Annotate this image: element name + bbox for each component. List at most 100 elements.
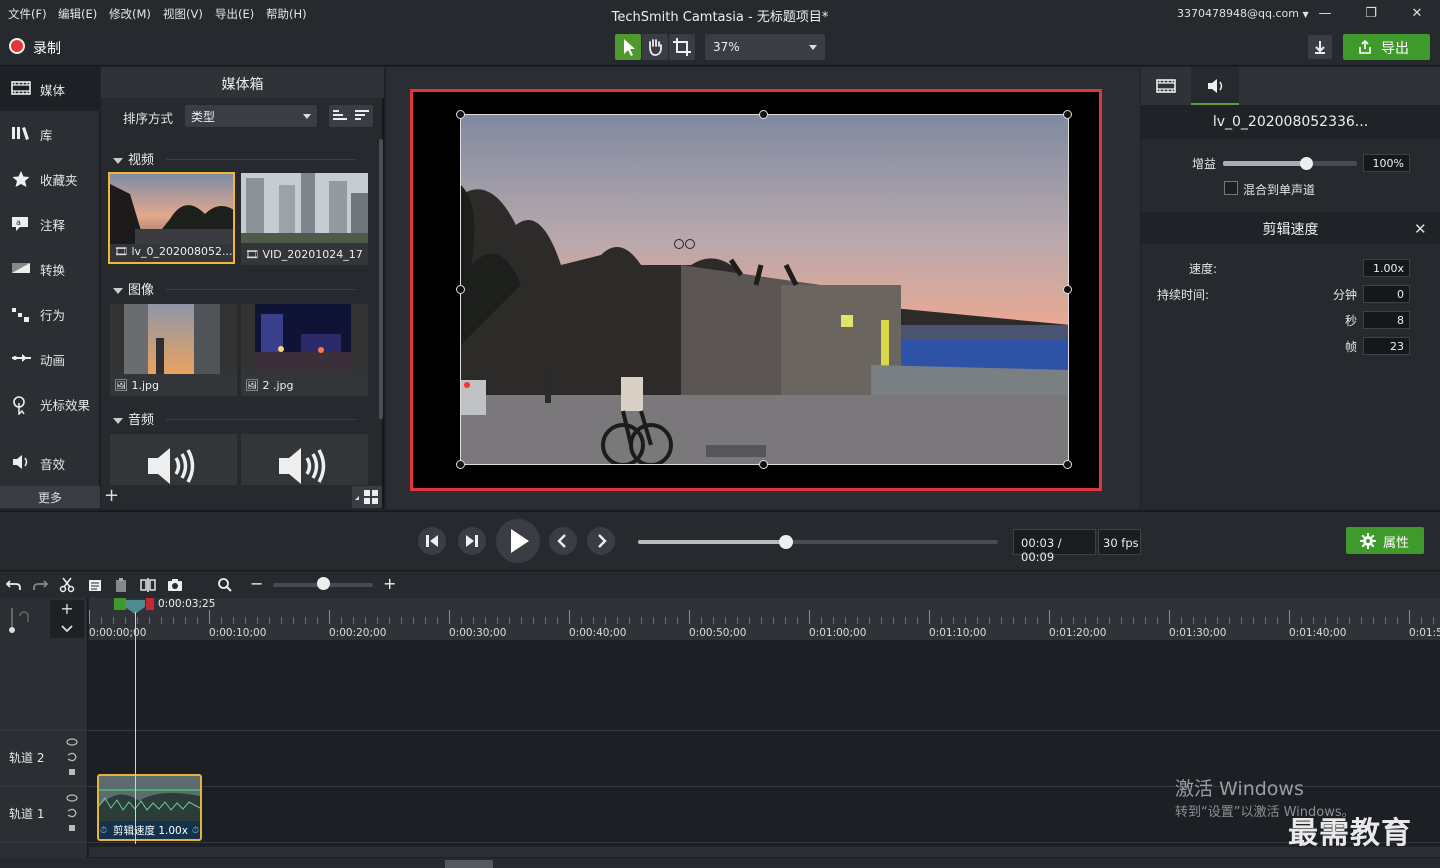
lock-icon[interactable]	[69, 769, 75, 775]
tab-visual-properties[interactable]	[1141, 67, 1189, 105]
sidebar-item-behaviors[interactable]: 行为	[0, 292, 100, 336]
seconds-input[interactable]: 8	[1363, 311, 1410, 329]
restore-button[interactable]: ❐	[1348, 0, 1394, 28]
media-thumb-image-1[interactable]: 🖼 1.jpg	[110, 304, 237, 396]
properties-button[interactable]: 属性	[1346, 527, 1424, 554]
zoom-out-button[interactable]: −	[250, 576, 266, 593]
media-thumb-audio-2[interactable]	[241, 434, 368, 485]
audio-toggle-icon[interactable]	[67, 808, 77, 818]
selection-start-marker[interactable]	[114, 598, 126, 610]
sort-dropdown[interactable]: 类型	[185, 105, 317, 127]
resize-handle-bl[interactable]	[456, 460, 465, 469]
video-preview[interactable]	[460, 114, 1069, 465]
media-thumb-video-1[interactable]: 🎞 lv_0_202008052...	[108, 172, 235, 264]
menu-export[interactable]: 导出(E)	[215, 6, 254, 22]
sidebar-item-library[interactable]: 库	[0, 112, 100, 156]
resize-handle-tr[interactable]	[1063, 110, 1072, 119]
media-thumb-image-2[interactable]: 🖼 2 .jpg	[241, 304, 368, 396]
play-button[interactable]	[496, 519, 540, 563]
resize-handle-l[interactable]	[456, 285, 465, 294]
magnet-toggle[interactable]	[8, 604, 30, 634]
zoom-in-button[interactable]: +	[383, 576, 399, 593]
sidebar-item-media[interactable]: 媒体	[0, 67, 100, 111]
zoom-dropdown[interactable]: 37%	[705, 34, 825, 60]
sidebar-item-annotations[interactable]: a 注释	[0, 202, 100, 246]
add-track-button[interactable]: +	[50, 600, 84, 620]
selection-end-marker[interactable]	[146, 598, 154, 610]
menu-view[interactable]: 视图(V)	[163, 6, 203, 22]
resize-handle-r[interactable]	[1063, 285, 1072, 294]
step-back-button[interactable]	[418, 527, 446, 555]
scrollbar-thumb[interactable]	[445, 860, 493, 868]
frames-input[interactable]: 23	[1363, 337, 1410, 355]
timeline-clip[interactable]: 剪辑速度 1.00x ⏱ ⏱	[97, 774, 202, 841]
gain-slider-knob[interactable]	[1300, 157, 1314, 170]
paste-button[interactable]	[113, 577, 129, 593]
menu-file[interactable]: 文件(F)	[8, 6, 47, 22]
step-forward-button[interactable]	[458, 527, 486, 555]
more-button[interactable]: 更多	[0, 486, 100, 508]
menu-edit[interactable]: 编辑(E)	[58, 6, 97, 22]
zoom-fit-button[interactable]	[217, 577, 233, 593]
snapshot-button[interactable]	[167, 577, 183, 593]
eye-icon[interactable]	[66, 794, 78, 802]
undo-button[interactable]	[5, 577, 22, 593]
timeline-ruler[interactable]	[89, 598, 1440, 640]
eye-icon[interactable]	[66, 738, 78, 746]
minimize-button[interactable]: —	[1302, 0, 1348, 28]
export-button[interactable]: 导出	[1343, 34, 1430, 60]
sidebar-item-animations[interactable]: 动画	[0, 337, 100, 381]
crop-tool-button[interactable]	[669, 34, 695, 60]
playback-scrubber[interactable]	[638, 535, 998, 549]
gain-slider[interactable]	[1223, 157, 1357, 170]
media-thumb-audio-1[interactable]	[110, 434, 237, 485]
split-button[interactable]	[140, 577, 156, 593]
resize-handle-t[interactable]	[759, 110, 768, 119]
copy-button[interactable]	[87, 577, 103, 593]
add-media-button[interactable]: +	[104, 486, 124, 508]
timeline-horizontal-scroll[interactable]	[89, 847, 1440, 857]
bin-scrollbar[interactable]	[379, 139, 383, 419]
redo-button[interactable]	[32, 577, 49, 593]
rotate-handle[interactable]	[673, 238, 697, 250]
track-label-1[interactable]: 轨道 1	[9, 805, 44, 822]
previous-frame-button[interactable]	[549, 527, 577, 555]
menu-help[interactable]: 帮助(H)	[266, 6, 307, 22]
lock-icon[interactable]	[69, 825, 75, 831]
track-label-2[interactable]: 轨道 2	[9, 749, 44, 766]
resize-handle-b[interactable]	[759, 460, 768, 469]
mix-to-mono-checkbox[interactable]	[1224, 181, 1238, 195]
cut-button[interactable]	[59, 577, 75, 593]
sort-descending-button[interactable]	[351, 105, 373, 127]
collapse-tracks-button[interactable]	[50, 620, 84, 638]
sidebar-item-favorites[interactable]: 收藏夹	[0, 157, 100, 201]
sidebar-label: 库	[40, 128, 53, 143]
select-tool-button[interactable]	[615, 34, 641, 60]
download-button[interactable]	[1308, 35, 1332, 59]
close-button[interactable]: ✕	[1394, 0, 1440, 28]
next-frame-button[interactable]	[587, 527, 615, 555]
speed-input[interactable]: 1.00x	[1363, 259, 1410, 277]
pan-tool-button[interactable]	[642, 34, 668, 60]
account-menu[interactable]: 3370478948@qq.com ▼	[1177, 7, 1309, 20]
sidebar-item-audio-effects[interactable]: 音效	[0, 441, 100, 485]
sidebar-item-transitions[interactable]: 转换	[0, 247, 100, 291]
section-video-header[interactable]: 视频	[113, 149, 154, 168]
gain-input[interactable]: 100%	[1363, 154, 1410, 172]
section-image-header[interactable]: 图像	[113, 279, 154, 298]
ruler-tick	[533, 617, 534, 624]
timeline-zoom-knob[interactable]	[317, 577, 330, 590]
sidebar-item-cursor-effects[interactable]: 光标效果	[0, 382, 100, 426]
tab-audio-properties[interactable]	[1191, 67, 1239, 105]
resize-handle-tl[interactable]	[456, 110, 465, 119]
close-icon[interactable]: ✕	[1414, 220, 1427, 238]
resize-handle-br[interactable]	[1063, 460, 1072, 469]
scrubber-knob[interactable]	[778, 535, 793, 549]
sort-ascending-button[interactable]	[329, 105, 351, 127]
section-audio-header[interactable]: 音频	[113, 409, 154, 428]
view-toggle-button[interactable]	[352, 486, 382, 508]
minutes-input[interactable]: 0	[1363, 285, 1410, 303]
audio-toggle-icon[interactable]	[67, 752, 77, 762]
media-thumb-video-2[interactable]: 🎞 VID_20201024_17...	[241, 173, 368, 265]
menu-modify[interactable]: 修改(M)	[109, 6, 151, 22]
